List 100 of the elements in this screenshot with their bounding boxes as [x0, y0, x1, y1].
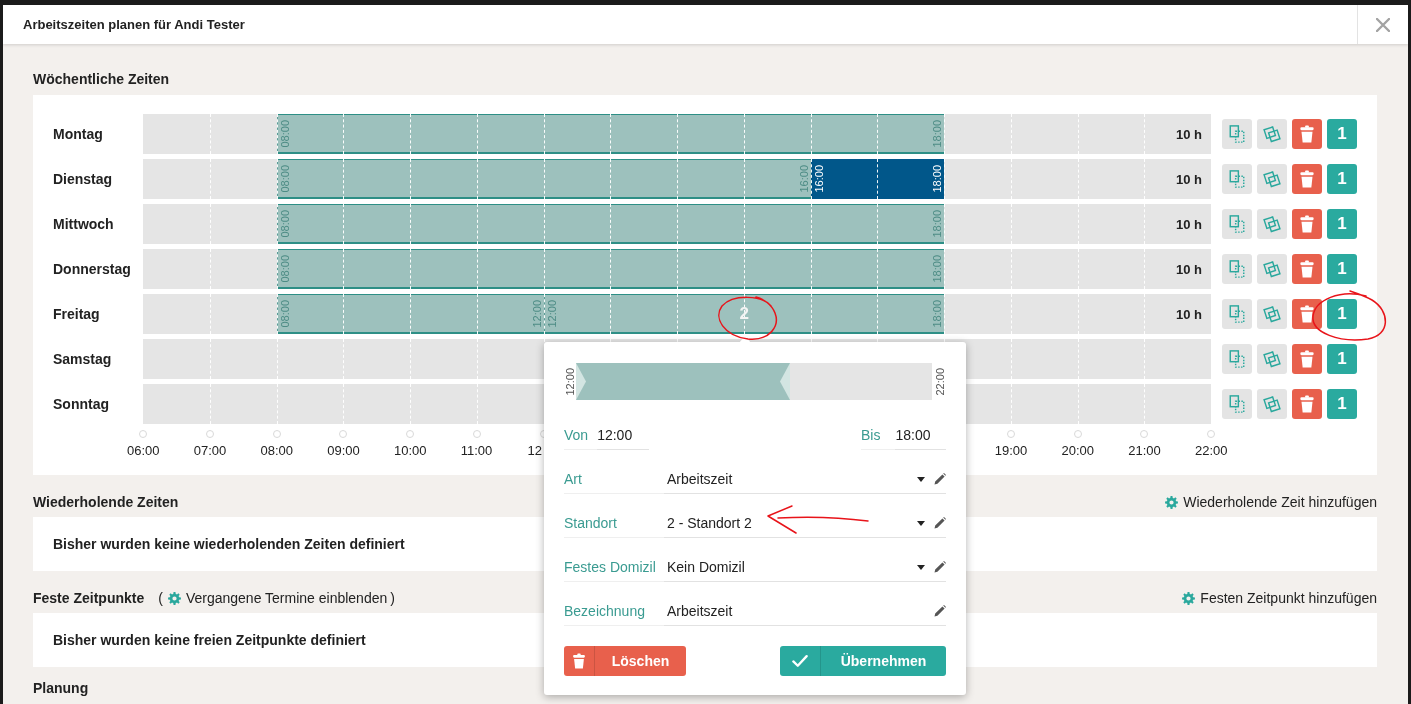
copy-icon — [1228, 170, 1246, 188]
dialog-title: Arbeitszeiten planen für Andi Tester — [23, 17, 245, 32]
apply-button[interactable]: Übernehmen — [780, 646, 946, 676]
section-title: Feste Zeitpunkte — [33, 590, 145, 606]
count-button[interactable]: 1 — [1327, 209, 1357, 239]
copy-icon — [1228, 260, 1246, 278]
dropdown-field[interactable]: Kein Domizil — [664, 559, 946, 582]
time-segment[interactable]: 08:00 16:00 — [276, 159, 811, 199]
copy-button[interactable] — [1222, 119, 1252, 149]
field-label: Standort — [564, 515, 664, 538]
end-handle[interactable] — [779, 363, 790, 400]
range-slider-track[interactable] — [576, 363, 932, 400]
axis-label: 21:00 — [1128, 444, 1161, 458]
duplicate-button[interactable] — [1257, 389, 1287, 419]
copy-button[interactable] — [1222, 254, 1252, 284]
empty-message: Bisher wurden keine wiederholenden Zeiten definiert — [53, 536, 405, 552]
segment-end-time: 18:00 — [931, 299, 943, 328]
start-time-field[interactable]: 12:00 — [597, 427, 649, 450]
copy-button[interactable] — [1222, 344, 1252, 374]
delete-day-button[interactable] — [1292, 209, 1322, 239]
axis-tick-icon — [272, 430, 281, 438]
add-link[interactable]: Festen Zeitpunkt hinzufügen — [1182, 589, 1377, 607]
day-label: Dienstag — [53, 171, 114, 187]
axis-label: 22:00 — [1195, 444, 1228, 458]
day-label: Mittwoch — [53, 216, 115, 232]
trash-icon — [1298, 305, 1316, 323]
copy-icon — [1228, 125, 1246, 143]
day-label: Donnerstag — [53, 261, 132, 277]
start-handle[interactable] — [576, 363, 586, 400]
segment-end-time: 12:00 — [530, 299, 543, 328]
range-end-time: 22:00 — [934, 367, 946, 396]
field-label: Art — [564, 471, 664, 494]
delete-day-button[interactable] — [1292, 299, 1322, 329]
delete-day-button[interactable] — [1292, 119, 1322, 149]
delete-button[interactable]: Löschen — [564, 646, 686, 676]
close-button[interactable] — [1357, 5, 1408, 44]
count-button[interactable]: 1 — [1327, 299, 1357, 329]
duplicate-button[interactable] — [1257, 299, 1287, 329]
axis-tick-icon — [1207, 430, 1215, 438]
day-label: Sonntag — [53, 396, 110, 412]
dropdown-field[interactable]: Arbeitszeit — [664, 471, 946, 494]
time-segment[interactable]: 08:00 18:00 — [276, 249, 944, 289]
add-link[interactable]: Wiederholende Zeit hinzufügen — [1165, 493, 1377, 511]
pencil-icon[interactable] — [934, 605, 946, 617]
end-time-field[interactable]: 18:00 — [895, 427, 946, 450]
time-segment[interactable]: 08:00 18:00 — [276, 114, 944, 154]
copy-icon — [1228, 305, 1246, 323]
axis-tick-icon — [1006, 430, 1015, 438]
range-start-time: 12:00 — [564, 367, 576, 396]
empty-message: Bisher wurden keine freien Zeitpunkte definiert — [53, 632, 366, 648]
axis-label: 06:00 — [127, 444, 160, 458]
axis-label: 07:00 — [193, 444, 227, 458]
time-segment[interactable]: 08:00 12:00 — [276, 294, 544, 334]
trash-icon — [1298, 215, 1316, 233]
delete-day-button[interactable] — [1292, 164, 1322, 194]
copy-button[interactable] — [1222, 299, 1252, 329]
copy-button[interactable] — [1222, 164, 1252, 194]
segment-location-number: 2 — [739, 303, 749, 324]
count-button[interactable]: 1 — [1327, 164, 1357, 194]
segment-end-time: 18:00 — [931, 209, 943, 238]
time-segment[interactable]: 12:00 2 18:00 — [543, 294, 944, 334]
trash-icon — [1298, 260, 1316, 278]
axis-tick-icon — [472, 430, 481, 438]
duplicate-button[interactable] — [1257, 209, 1287, 239]
overlapping-squares-icon — [1263, 170, 1281, 188]
parenthesis: ( — [158, 590, 163, 606]
delete-day-button[interactable] — [1292, 389, 1322, 419]
gear-icon — [1165, 495, 1179, 509]
duplicate-button[interactable] — [1257, 254, 1287, 284]
delete-day-button[interactable] — [1292, 254, 1322, 284]
trash-icon — [1298, 125, 1316, 143]
delete-day-button[interactable] — [1292, 344, 1322, 374]
day-label: Samstag — [53, 351, 113, 367]
section-title: Wiederholende Zeiten — [33, 494, 179, 510]
axis-label: 09:00 — [327, 444, 360, 458]
copy-icon — [1228, 350, 1246, 368]
segment-start-time: 08:00 — [278, 299, 291, 328]
time-segment[interactable]: 16:00 18:00 — [810, 159, 944, 199]
segment-start-time: 08:00 — [278, 254, 291, 283]
time-segment[interactable]: 08:00 18:00 — [276, 204, 944, 244]
gear-icon — [167, 591, 181, 605]
duplicate-button[interactable] — [1257, 344, 1287, 374]
copy-button[interactable] — [1222, 389, 1252, 419]
duplicate-button[interactable] — [1257, 119, 1287, 149]
copy-button[interactable] — [1222, 209, 1252, 239]
count-button[interactable]: 1 — [1327, 344, 1357, 374]
text-field[interactable]: Arbeitszeit — [664, 603, 946, 626]
trash-icon — [1298, 170, 1316, 188]
count-button[interactable]: 1 — [1327, 254, 1357, 284]
caret-icon — [917, 564, 925, 570]
pencil-icon[interactable] — [934, 517, 946, 529]
count-button[interactable]: 1 — [1327, 389, 1357, 419]
pencil-icon[interactable] — [934, 561, 946, 573]
dropdown-field[interactable]: 2 - Standort 2 — [664, 515, 946, 538]
show-past-link[interactable]: Vergangene Termine einblenden — [167, 589, 388, 607]
caret-icon — [917, 520, 925, 526]
duplicate-button[interactable] — [1257, 164, 1287, 194]
pencil-icon[interactable] — [934, 473, 946, 485]
segment-start-time: 08:00 — [278, 119, 291, 148]
count-button[interactable]: 1 — [1327, 119, 1357, 149]
